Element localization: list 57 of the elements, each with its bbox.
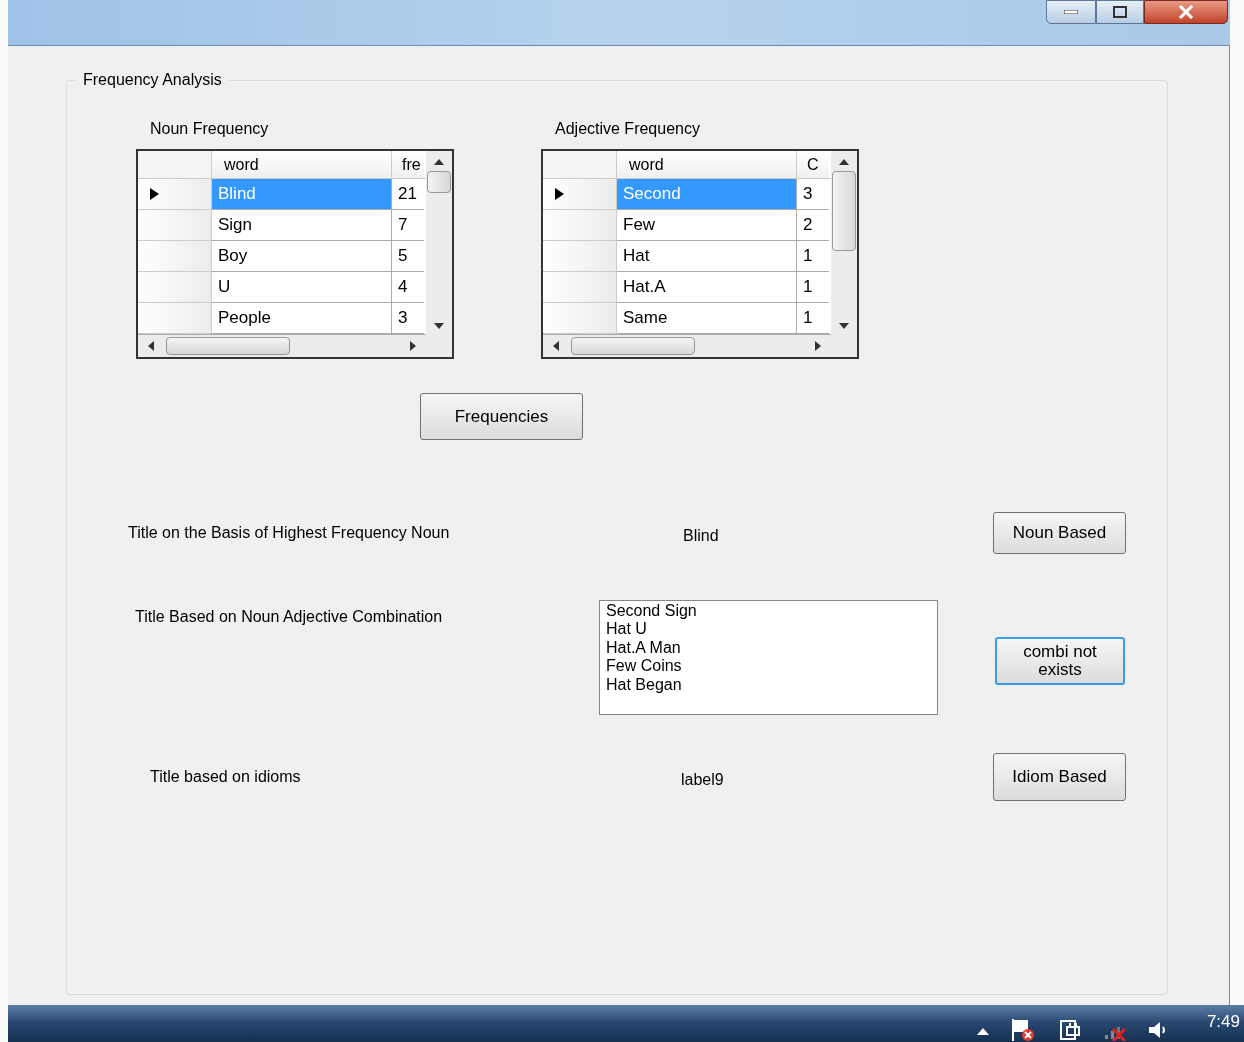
title-list-box[interactable]: Second Sign Hat U Hat.A Man Few Coins Hat Began xyxy=(599,600,938,715)
result-label: label9 xyxy=(681,770,725,790)
table-cell[interactable]: Same xyxy=(617,303,797,334)
data-grid[interactable]: word fre Blind 21 Sign 7 Boy 5 U 4 People 3 xyxy=(136,149,454,359)
close-button[interactable] xyxy=(1144,0,1228,24)
table-cell[interactable]: Hat xyxy=(617,241,797,272)
scroll-up-icon xyxy=(839,159,849,165)
close-icon xyxy=(1178,5,1194,19)
scroll-down-icon xyxy=(839,323,849,329)
table-cell[interactable]: Boy xyxy=(212,241,392,272)
list-item[interactable]: Few Coins xyxy=(606,657,931,676)
table-cell[interactable]: Few xyxy=(617,210,797,241)
table-cell[interactable]: Sign xyxy=(212,210,392,241)
scroll-down-icon xyxy=(434,323,444,329)
scroll-right-icon xyxy=(410,341,416,351)
maximize-button[interactable] xyxy=(1096,0,1144,24)
vertical-scrollbar[interactable] xyxy=(831,151,857,335)
scrollbar-thumb[interactable] xyxy=(571,337,695,355)
restore-icon xyxy=(1113,6,1127,18)
show-hidden-icons-icon[interactable] xyxy=(976,1028,989,1035)
minimize-button[interactable] xyxy=(1046,0,1096,24)
scroll-left-icon xyxy=(553,341,559,351)
table-cell[interactable]: U xyxy=(212,272,392,303)
grid-title: Noun Frequency xyxy=(150,119,270,139)
vertical-scrollbar[interactable] xyxy=(426,151,452,335)
caption-label: Title based on idioms xyxy=(150,767,302,787)
minimize-icon xyxy=(1064,10,1078,14)
scrollbar-thumb[interactable] xyxy=(427,171,451,193)
row-header[interactable] xyxy=(138,179,212,210)
caption-label: Title on the Basis of Highest Frequency Noun xyxy=(128,523,451,543)
list-item[interactable]: Hat.A Man xyxy=(606,638,931,658)
clock-time[interactable]: 7:49 xyxy=(1206,1009,1240,1035)
list-item[interactable]: Hat U xyxy=(606,620,931,639)
caption-label: Title Based on Noun Adjective Combination xyxy=(135,607,444,627)
flag-icon[interactable] xyxy=(1010,1018,1037,1041)
action-button[interactable]: Idiom Based xyxy=(993,753,1126,801)
list-item[interactable]: Hat Began xyxy=(606,675,931,695)
scroll-right-icon xyxy=(815,341,821,351)
group-title: Frequency Analysis xyxy=(77,71,228,89)
data-grid[interactable]: word C Second 3 Few 2 Hat 1 Hat.A 1 Same 1 xyxy=(541,149,859,359)
result-label: Blind xyxy=(683,526,720,546)
column-header[interactable]: word xyxy=(212,151,392,178)
action-button[interactable]: Frequencies xyxy=(420,393,583,440)
grid-title: Adjective Frequency xyxy=(555,119,701,139)
row-header[interactable] xyxy=(543,179,617,210)
row-pointer-icon xyxy=(150,188,159,200)
table-cell[interactable]: Hat.A xyxy=(617,272,797,303)
action-button[interactable]: combi not exists xyxy=(995,637,1125,685)
scroll-left-icon xyxy=(148,341,154,351)
scroll-up-icon xyxy=(434,159,444,165)
scrollbar-thumb[interactable] xyxy=(832,171,856,251)
scrollbar-thumb[interactable] xyxy=(166,337,290,355)
action-button[interactable]: Noun Based xyxy=(993,512,1126,554)
table-cell[interactable]: People xyxy=(212,303,392,334)
column-header[interactable]: word xyxy=(617,151,797,178)
list-item[interactable]: Second Sign xyxy=(606,602,931,621)
row-pointer-icon xyxy=(555,188,564,200)
